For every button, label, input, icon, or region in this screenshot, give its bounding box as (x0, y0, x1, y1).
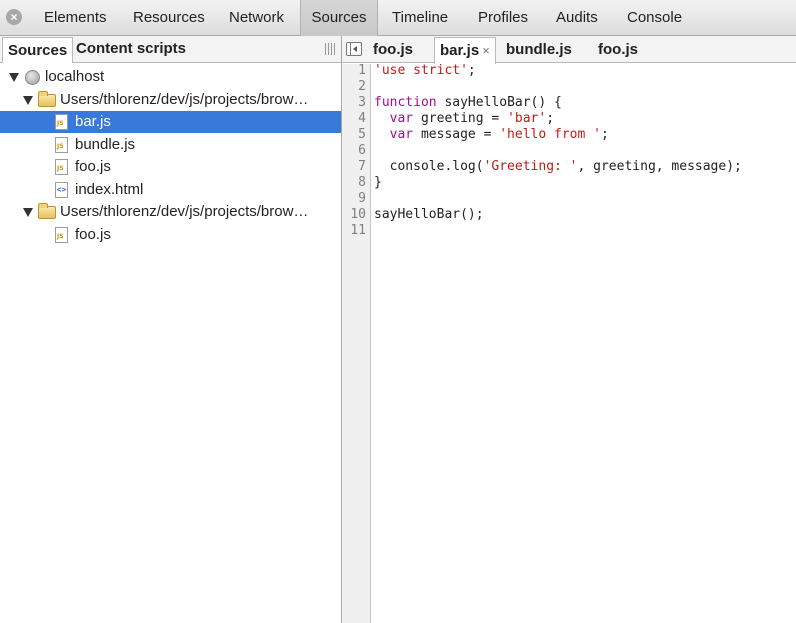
tree-item-label: bundle.js (75, 136, 136, 153)
line-number[interactable]: 5 (358, 127, 366, 143)
code-line[interactable]: console.log('Greeting: ', greeting, mess… (374, 159, 742, 175)
code-text: message = (413, 127, 500, 142)
code-string: 'Greeting: ' (483, 159, 578, 174)
tab-timeline[interactable]: Timeline (392, 0, 448, 36)
code-line[interactable]: var message = 'hello from '; (374, 127, 609, 143)
tree-item-label: foo.js (75, 158, 111, 175)
tree-item-label: localhost (45, 68, 105, 85)
tree-item-label: Users/thlorenz/dev/js/projects/brow… (60, 91, 309, 108)
code-text: greeting = (413, 111, 508, 126)
tab-network[interactable]: Network (229, 0, 284, 36)
tab-console[interactable]: Console (627, 0, 682, 36)
line-number[interactable]: 9 (358, 191, 366, 207)
code-text: ; (600, 127, 609, 142)
tree-item-localhost[interactable]: localhost (0, 66, 341, 88)
tab-resources[interactable]: Resources (133, 0, 205, 36)
navigator-tabbar: Sources Content scripts (0, 36, 342, 63)
disclosure-triangle-icon[interactable] (23, 208, 33, 217)
tree-item-foo-js[interactable]: JS foo.js (0, 156, 341, 178)
js-file-icon: JS (55, 227, 68, 243)
code-string: 'bar' (507, 111, 547, 126)
line-number[interactable]: 4 (358, 111, 366, 127)
code-text: } (374, 175, 382, 190)
tree-item-folder[interactable]: Users/thlorenz/dev/js/projects/brow… (0, 201, 341, 223)
html-file-icon: <> (55, 182, 68, 198)
code-line[interactable]: function sayHelloBar() { (374, 95, 562, 111)
code-text: sayHelloBar() { (436, 95, 562, 110)
code-string: 'hello from ' (499, 127, 601, 142)
line-number[interactable]: 6 (358, 143, 366, 159)
code-keyword: function (374, 95, 437, 110)
code-editor[interactable]: 'use strict'; function sayHelloBar() { va… (371, 63, 796, 623)
tree-item-index-html[interactable]: <> index.html (0, 179, 341, 201)
folder-icon (38, 91, 56, 107)
close-tab-icon[interactable]: × (482, 43, 490, 58)
tab-sources[interactable]: Sources (300, 0, 378, 36)
globe-icon (25, 70, 40, 85)
navigator-tab-sources[interactable]: Sources (2, 37, 74, 63)
line-number[interactable]: 11 (350, 223, 366, 239)
js-file-icon: JS (55, 159, 68, 175)
js-file-icon: JS (55, 137, 68, 153)
code-text: , greeting, message); (577, 159, 742, 174)
editor-tab-label: bar.js (440, 42, 480, 59)
disclosure-triangle-icon[interactable] (23, 96, 33, 105)
tree-item-label: index.html (75, 181, 144, 198)
editor-tab-foo-js[interactable]: foo.js (598, 36, 638, 63)
code-text: sayHelloBar(); (374, 207, 484, 222)
editor-tab-bar-js[interactable]: bar.js × (434, 37, 496, 64)
code-line[interactable]: 'use strict'; (374, 63, 476, 79)
code-line[interactable]: sayHelloBar(); (374, 207, 484, 223)
code-string: 'use strict' (374, 63, 468, 78)
tree-item-bundle-js[interactable]: JS bundle.js (0, 134, 341, 156)
tree-item-folder[interactable]: Users/thlorenz/dev/js/projects/brow… (0, 89, 341, 111)
line-number[interactable]: 7 (358, 159, 366, 175)
editor-tab-bundle-js[interactable]: bundle.js (506, 36, 572, 63)
show-navigator-icon[interactable] (346, 42, 362, 56)
editor-tabbar: foo.js bar.js × bundle.js foo.js (342, 36, 796, 64)
line-number[interactable]: 2 (358, 79, 366, 95)
tab-audits[interactable]: Audits (556, 0, 598, 36)
code-line[interactable]: } (374, 175, 382, 191)
editor-tab-foo-js[interactable]: foo.js (373, 36, 413, 63)
tree-item-label: Users/thlorenz/dev/js/projects/brow… (60, 203, 309, 220)
tab-elements[interactable]: Elements (44, 0, 107, 36)
code-keyword: var (389, 111, 414, 126)
tree-item-bar-js[interactable]: JS bar.js (0, 111, 341, 133)
file-navigator-tree: localhost Users/thlorenz/dev/js/projects… (0, 64, 342, 623)
tab-profiles[interactable]: Profiles (478, 0, 528, 36)
tree-item-foo-js[interactable]: JS foo.js (0, 224, 341, 246)
line-number[interactable]: 10 (350, 207, 366, 223)
line-number[interactable]: 1 (358, 63, 366, 79)
drag-grip-icon[interactable] (325, 43, 335, 55)
js-file-icon: JS (55, 114, 68, 130)
folder-icon (38, 203, 56, 219)
tree-item-label: bar.js (75, 113, 111, 130)
line-number[interactable]: 8 (358, 175, 366, 191)
close-devtools-icon[interactable]: × (6, 9, 22, 25)
code-text: ; (467, 63, 476, 78)
code-text: console.log( (374, 159, 484, 174)
line-number-gutter: 1 2 3 4 5 6 7 8 9 10 11 (342, 63, 371, 623)
tree-item-label: foo.js (75, 226, 111, 243)
line-number[interactable]: 3 (358, 95, 366, 111)
code-text: ; (546, 111, 555, 126)
navigator-tab-content-scripts[interactable]: Content scripts (76, 36, 186, 63)
disclosure-triangle-icon[interactable] (9, 73, 19, 82)
code-line[interactable]: var greeting = 'bar'; (374, 111, 554, 127)
code-keyword: var (389, 127, 414, 142)
devtools-toolbar: × Elements Resources Network Sources Tim… (0, 0, 796, 36)
